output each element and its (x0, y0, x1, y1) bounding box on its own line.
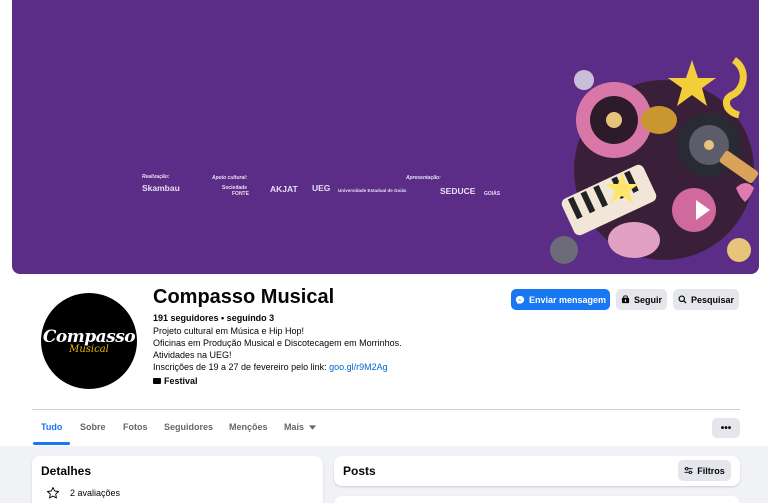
signup-link[interactable]: goo.gl/r9M2Ag (329, 362, 388, 372)
music-doodle-art (550, 57, 759, 264)
chevron-down-icon (308, 425, 316, 430)
search-button[interactable]: Pesquisar (673, 289, 739, 310)
tab-mentions[interactable]: Menções (229, 422, 268, 432)
tab-more-label: Mais (284, 422, 305, 432)
post-card (334, 496, 740, 503)
page-title: Compasso Musical (153, 286, 335, 308)
category-icon (153, 378, 161, 384)
tab-followers[interactable]: Seguidores (164, 422, 213, 432)
tabs-divider (32, 409, 740, 410)
tab-more[interactable]: Mais (284, 422, 316, 432)
bio-signup-text: Inscrições de 19 a 27 de fevereiro pelo … (153, 362, 330, 372)
bio-line: Atividades na UEG! (153, 350, 232, 360)
filters-button[interactable]: Filtros (678, 460, 731, 481)
follow-icon (621, 295, 630, 304)
search-label: Pesquisar (690, 294, 735, 305)
profile-avatar[interactable]: Compasso Musical (38, 290, 140, 392)
sponsor-caption: Apresentação: (406, 175, 441, 181)
sponsor-logo: SEDUCE (440, 186, 476, 196)
cover-photo[interactable]: Realização: Skambau Apoio cultural: Soci… (12, 0, 759, 274)
sponsor-logo: UEG (312, 183, 331, 193)
sponsor-logo: AKJAT (270, 184, 298, 194)
tab-about[interactable]: Sobre (80, 422, 106, 432)
sponsor-logo: GOIÁS (484, 191, 501, 197)
filter-icon (684, 466, 693, 475)
filters-label: Filtros (697, 465, 725, 476)
sponsor-logo: FONTE (232, 191, 249, 197)
page-category[interactable]: Festival (153, 376, 198, 386)
active-tab-indicator (33, 442, 70, 445)
bio-line: Projeto cultural em Música e Hip Hop! (153, 326, 305, 336)
messenger-icon (515, 295, 525, 304)
tab-all[interactable]: Tudo (41, 422, 62, 432)
sponsor-logo: Universidade Estadual de Goiás (338, 188, 407, 193)
bio-line: Oficinas em Produção Musical e Discoteca… (153, 338, 402, 348)
posts-title: Posts (343, 464, 376, 478)
category-label: Festival (164, 376, 198, 386)
sponsor-strip: Realização: Skambau Apoio cultural: Soci… (130, 174, 510, 204)
sponsor-logo: Skambau (142, 183, 180, 193)
rating-row[interactable]: 2 avaliações (46, 486, 120, 500)
rating-label: 2 avaliações (70, 488, 121, 498)
sponsor-caption: Apoio cultural: (212, 175, 248, 181)
profile-header: Realização: Skambau Apoio cultural: Soci… (0, 0, 768, 446)
star-icon (46, 486, 60, 499)
more-options-button[interactable]: ••• (712, 418, 740, 438)
tab-photos[interactable]: Fotos (123, 422, 148, 432)
avatar-logo-subtext: Musical (69, 344, 109, 355)
follow-label: Seguir (633, 294, 662, 305)
sponsor-caption: Realização: (142, 174, 170, 180)
send-message-button[interactable]: Enviar mensagem (511, 289, 610, 310)
bio-signup: Inscrições de 19 a 27 de fevereiro pelo … (153, 362, 388, 372)
send-message-label: Enviar mensagem (528, 294, 607, 305)
follower-stats[interactable]: 191 seguidores • seguindo 3 (153, 313, 274, 323)
details-title: Detalhes (41, 464, 92, 478)
search-icon (678, 295, 687, 304)
follow-button[interactable]: Seguir (616, 289, 667, 310)
